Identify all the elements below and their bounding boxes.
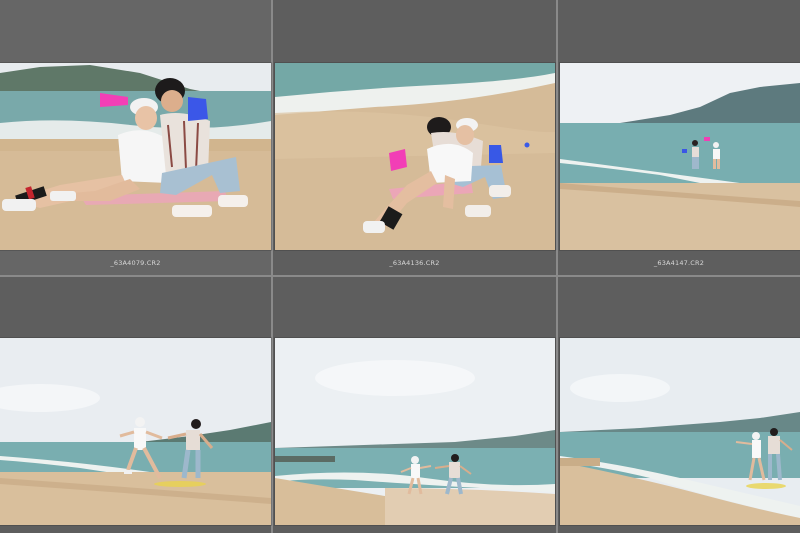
- photo-thumbnail-2[interactable]: [275, 63, 555, 250]
- photo-cell-1[interactable]: _63A4079.CR2: [0, 0, 271, 275]
- photo-thumbnail-6[interactable]: [560, 338, 800, 525]
- photo-grid: _63A4079.CR2 _63A4136.CR2 _63A4147.CR2: [0, 0, 800, 533]
- photo-thumbnail-4[interactable]: [0, 338, 271, 525]
- photo-cell-6[interactable]: [558, 277, 800, 533]
- filename-label: _63A4147.CR2: [653, 259, 705, 267]
- photo-thumbnail-5[interactable]: [275, 338, 555, 525]
- photo-cell-3[interactable]: _63A4147.CR2: [558, 0, 800, 275]
- photo-cell-2[interactable]: _63A4136.CR2: [273, 0, 556, 275]
- photo-cell-5[interactable]: [273, 277, 556, 533]
- photo-cell-4[interactable]: [0, 277, 271, 533]
- photo-thumbnail-3[interactable]: [560, 63, 800, 250]
- filename-label: _63A4136.CR2: [389, 259, 440, 267]
- photo-thumbnail-1[interactable]: [0, 63, 271, 250]
- filename-label: _63A4079.CR2: [110, 259, 161, 267]
